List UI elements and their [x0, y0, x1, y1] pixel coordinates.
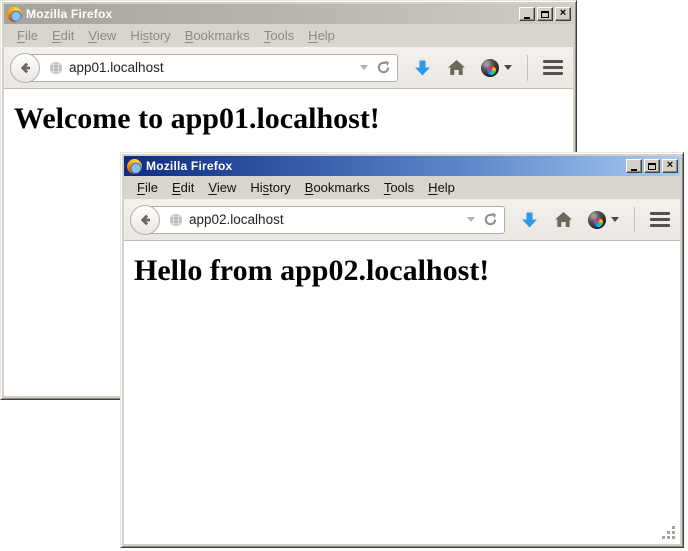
minimize-button[interactable] [519, 7, 535, 21]
browser-window-app02: Mozilla Firefox × File Edit View History… [120, 152, 684, 548]
colorwheel-addon-button[interactable] [588, 211, 619, 229]
hamburger-icon [650, 212, 670, 227]
menu-button[interactable] [650, 212, 670, 227]
download-button[interactable] [413, 59, 432, 77]
menu-help[interactable]: Help [301, 26, 342, 45]
home-icon [554, 211, 573, 228]
close-icon: × [667, 160, 673, 171]
globe-icon [49, 61, 63, 75]
reload-icon [483, 212, 498, 227]
titlebar[interactable]: Mozilla Firefox × [124, 156, 680, 176]
minimize-button[interactable] [626, 159, 642, 173]
menu-bar: File Edit View History Bookmarks Tools H… [4, 24, 573, 47]
minimize-icon [631, 169, 637, 171]
hamburger-icon [543, 60, 563, 75]
firefox-logo-icon [127, 159, 142, 174]
navigation-toolbar: app01.localhost [4, 47, 573, 89]
window-controls: × [519, 7, 571, 21]
navigation-toolbar: app02.localhost [124, 199, 680, 241]
toolbar-separator [634, 207, 635, 233]
maximize-button[interactable] [644, 159, 660, 173]
back-arrow-icon [137, 212, 153, 228]
menu-help[interactable]: Help [421, 178, 462, 197]
colorwheel-icon [588, 211, 606, 229]
firefox-logo-icon [7, 7, 22, 22]
back-button[interactable] [10, 53, 40, 83]
menu-edit[interactable]: Edit [165, 178, 201, 197]
url-bar[interactable]: app01.localhost [24, 54, 398, 82]
colorwheel-addon-button[interactable] [481, 59, 512, 77]
reload-button[interactable] [483, 212, 498, 227]
url-text[interactable]: app01.localhost [69, 60, 354, 75]
minimize-icon [524, 17, 530, 19]
menu-button[interactable] [543, 60, 563, 75]
reload-button[interactable] [376, 60, 391, 75]
url-text[interactable]: app02.localhost [189, 212, 461, 227]
resize-grip[interactable] [672, 536, 675, 539]
menu-history[interactable]: History [123, 26, 177, 45]
url-bar[interactable]: app02.localhost [144, 206, 505, 234]
toolbar-separator [527, 55, 528, 81]
back-button[interactable] [130, 205, 160, 235]
back-arrow-icon [17, 60, 33, 76]
window-controls: × [626, 159, 678, 173]
maximize-icon [541, 11, 549, 18]
urlbar-dropdown-icon[interactable] [360, 65, 368, 70]
menu-file[interactable]: File [10, 26, 45, 45]
home-icon [447, 59, 466, 76]
page-heading: Hello from app02.localhost! [134, 254, 680, 288]
download-button[interactable] [520, 211, 539, 229]
home-button[interactable] [554, 211, 573, 228]
close-button[interactable]: × [555, 7, 571, 21]
menu-edit[interactable]: Edit [45, 26, 81, 45]
menu-bookmarks[interactable]: Bookmarks [178, 26, 257, 45]
download-icon [413, 59, 432, 77]
menu-view[interactable]: View [201, 178, 243, 197]
menu-view[interactable]: View [81, 26, 123, 45]
page-content: Hello from app02.localhost! [124, 241, 680, 544]
maximize-icon [648, 163, 656, 170]
reload-icon [376, 60, 391, 75]
window-title: Mozilla Firefox [26, 7, 515, 21]
home-button[interactable] [447, 59, 466, 76]
close-button[interactable]: × [662, 159, 678, 173]
titlebar[interactable]: Mozilla Firefox × [4, 4, 573, 24]
menu-bookmarks[interactable]: Bookmarks [298, 178, 377, 197]
page-heading: Welcome to app01.localhost! [14, 102, 573, 136]
maximize-button[interactable] [537, 7, 553, 21]
download-icon [520, 211, 539, 229]
menu-tools[interactable]: Tools [257, 26, 301, 45]
close-icon: × [560, 8, 566, 19]
colorwheel-icon [481, 59, 499, 77]
menu-bar: File Edit View History Bookmarks Tools H… [124, 176, 680, 199]
menu-history[interactable]: History [243, 178, 297, 197]
chevron-down-icon [611, 217, 619, 222]
menu-tools[interactable]: Tools [377, 178, 421, 197]
menu-file[interactable]: File [130, 178, 165, 197]
globe-icon [169, 213, 183, 227]
urlbar-dropdown-icon[interactable] [467, 217, 475, 222]
window-title: Mozilla Firefox [146, 159, 622, 173]
chevron-down-icon [504, 65, 512, 70]
